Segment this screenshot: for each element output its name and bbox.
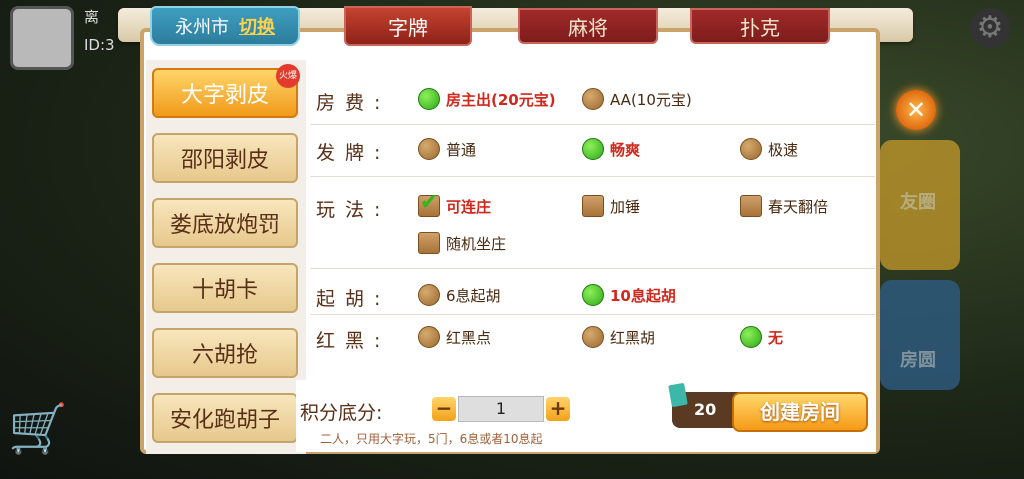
divider <box>310 314 875 315</box>
room-card-label: 房圆 <box>900 350 936 371</box>
game-item-label: 邵阳剥皮 <box>180 148 269 173</box>
option-none[interactable]: 无 <box>740 326 783 348</box>
game-item-label: 十胡卡 <box>191 278 258 303</box>
deal-label: 发牌: <box>316 142 381 164</box>
radio-icon <box>740 326 762 348</box>
option-6xi[interactable]: 6息起胡 <box>418 284 501 306</box>
game-list: 大字剥皮 火爆 邵阳剥皮 娄底放炮罚 十胡卡 六胡抢 安化跑胡子 <box>146 60 306 454</box>
score-value[interactable]: 1 <box>458 396 544 422</box>
radio-icon <box>582 138 604 160</box>
option-spring-double[interactable]: 春天翻倍 <box>740 195 828 217</box>
option-continuous-banker[interactable]: 可连庄 <box>418 190 491 217</box>
game-item-loudi[interactable]: 娄底放炮罚 <box>152 198 298 248</box>
radio-icon <box>418 138 440 160</box>
close-button[interactable]: ✕ <box>896 90 936 130</box>
tab-zipai[interactable]: 字牌 <box>344 6 472 46</box>
friend-circle-card[interactable]: 友圈 <box>880 140 960 270</box>
gear-icon[interactable]: ⚙ <box>970 8 1010 48</box>
friend-circle-label: 友圈 <box>900 192 936 213</box>
divider <box>310 124 875 125</box>
option-normal[interactable]: 普通 <box>418 138 476 160</box>
radio-icon <box>418 88 440 110</box>
radio-icon <box>418 326 440 348</box>
cart-icon[interactable]: 🛒 <box>8 400 78 460</box>
divider <box>310 268 875 269</box>
game-item-label: 娄底放炮罚 <box>169 213 280 238</box>
minus-button[interactable]: − <box>432 397 456 421</box>
hot-badge: 火爆 <box>276 64 300 88</box>
radio-icon <box>582 88 604 110</box>
option-10xi[interactable]: 10息起胡 <box>582 284 676 306</box>
city-switch-button[interactable]: 切换 <box>239 13 275 39</box>
player-id: ID:3 <box>84 36 115 54</box>
option-random-seat[interactable]: 随机坐庄 <box>418 232 506 254</box>
game-item-label: 安化跑胡子 <box>169 408 280 433</box>
option-smooth[interactable]: 畅爽 <box>582 138 640 160</box>
start-hu-label: 起胡: <box>316 288 381 310</box>
game-item-dazibopi[interactable]: 大字剥皮 火爆 <box>152 64 300 118</box>
checkbox-icon <box>418 232 440 254</box>
option-red-black-point[interactable]: 红黑点 <box>418 326 491 348</box>
option-add-hammer[interactable]: 加锤 <box>582 195 640 217</box>
radio-icon <box>582 326 604 348</box>
room-card[interactable]: 房圆 <box>880 280 960 390</box>
option-red-black-hu[interactable]: 红黑胡 <box>582 326 655 348</box>
checkbox-icon <box>740 195 762 217</box>
score-label: 积分底分: <box>300 402 383 424</box>
game-item-liuhuqiang[interactable]: 六胡抢 <box>152 328 298 378</box>
tab-poker[interactable]: 扑克 <box>690 8 830 44</box>
rule-hint: 二人，只用大字玩，5门，6息或者10息起 <box>320 432 543 446</box>
play-label: 玩法: <box>316 199 381 221</box>
radio-icon <box>418 284 440 306</box>
city-tab[interactable]: 永州市 切换 <box>150 6 300 46</box>
radio-icon <box>740 138 762 160</box>
checkbox-icon <box>418 190 440 217</box>
tab-majiang[interactable]: 麻将 <box>518 8 658 44</box>
create-room-button[interactable]: 创建房间 <box>732 392 868 432</box>
option-aa[interactable]: AA(10元宝) <box>582 88 692 110</box>
checkbox-icon <box>582 195 604 217</box>
game-item-label: 六胡抢 <box>191 343 258 368</box>
game-item-shaoyangbopi[interactable]: 邵阳剥皮 <box>152 133 298 183</box>
game-item-shihuka[interactable]: 十胡卡 <box>152 263 298 313</box>
red-black-label: 红黑: <box>316 330 381 352</box>
option-fast[interactable]: 极速 <box>740 138 798 160</box>
avatar[interactable] <box>10 6 74 70</box>
option-owner-pays[interactable]: 房主出(20元宝) <box>418 88 556 110</box>
divider <box>310 176 875 177</box>
radio-icon <box>582 284 604 306</box>
game-item-anhua[interactable]: 安化跑胡子 <box>152 393 298 443</box>
score-stepper: − 1 + <box>432 396 570 422</box>
city-name: 永州市 <box>175 17 229 38</box>
game-item-label: 大字剥皮 <box>180 83 269 108</box>
plus-button[interactable]: + <box>546 397 570 421</box>
room-fee-label: 房费: <box>316 92 381 114</box>
player-name: 离 <box>84 8 100 26</box>
